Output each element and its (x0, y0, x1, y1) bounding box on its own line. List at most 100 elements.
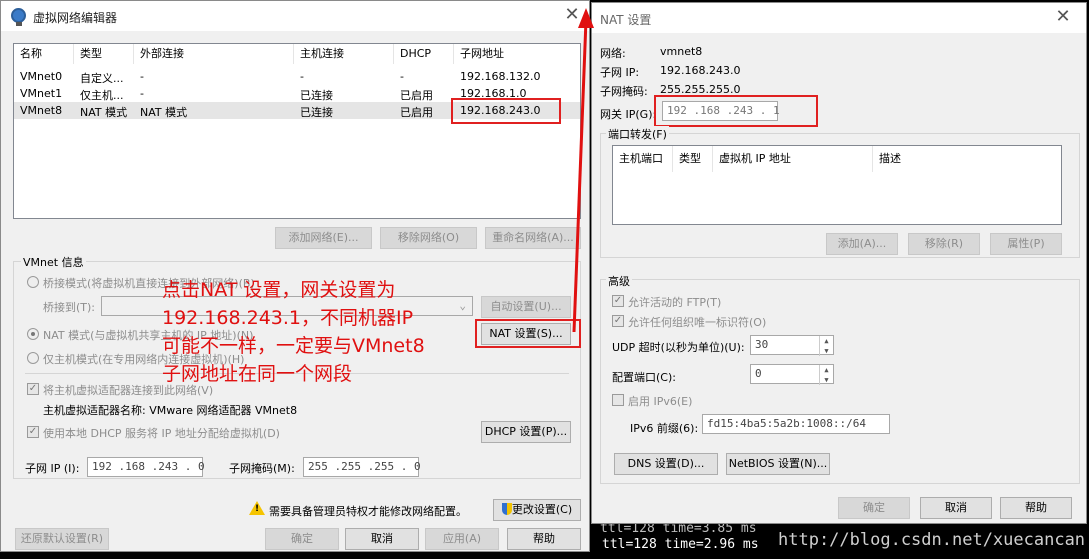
remove-network-button[interactable]: 移除网络(O) (380, 227, 477, 249)
gateway-label: 网关 IP(G): (600, 108, 657, 121)
watermark: http://blog.csdn.net/xuecancan (778, 530, 1086, 550)
window-title: NAT 设置 (600, 13, 652, 27)
spin-arrows-icon[interactable]: ▲ ▼ (819, 365, 833, 385)
network-globe-icon (11, 8, 26, 23)
allow-uuid-checkbox[interactable]: ✓ (612, 315, 624, 327)
annotation-line: 192.168.243.1，不同机器IP (162, 307, 414, 329)
col-header-type[interactable]: 类型 (74, 44, 134, 64)
help-button[interactable]: 帮助 (1000, 497, 1072, 519)
dhcp-settings-button[interactable]: DHCP 设置(P)... (481, 421, 571, 443)
ok-button[interactable]: 确定 (838, 497, 910, 519)
help-button[interactable]: 帮助 (507, 528, 581, 550)
table-cell: - (140, 70, 144, 83)
title-bar[interactable]: NAT 设置 ✕ (592, 3, 1086, 33)
close-icon[interactable]: ✕ (1052, 6, 1074, 28)
port-forwarding-label: 端口转发(F) (606, 126, 669, 142)
subnet-ip-value: 192.168.243.0 (660, 64, 741, 77)
config-port-label: 配置端口(C): (612, 371, 676, 384)
annotation-line: 可能不一样，一定要与VMnet8 (162, 335, 425, 357)
col-header-name[interactable]: 名称 (14, 44, 74, 64)
network-globe-icon-stand (16, 22, 22, 26)
table-row[interactable]: VMnet0 自定义... - - - 192.168.132.0 (14, 68, 580, 85)
remove-port-button[interactable]: 移除(R) (908, 233, 980, 255)
vmnet-info-label: VMnet 信息 (21, 254, 86, 270)
table-cell: 已启用 (400, 89, 433, 102)
network-list[interactable]: 名称 类型 外部连接 主机连接 DHCP 子网地址 VMnet0 自定义... … (13, 43, 581, 219)
col-header-host[interactable]: 主机连接 (294, 44, 394, 64)
port-forwarding-list[interactable]: 主机端口 类型 虚拟机 IP 地址 描述 (612, 145, 1062, 225)
ok-button[interactable]: 确定 (265, 528, 339, 550)
allow-ftp-label: 允许活动的 FTP(T) (628, 296, 722, 309)
subnet-ip-label: 子网 IP (I): (25, 462, 80, 475)
window-title: 虚拟网络编辑器 (33, 11, 118, 25)
annotation-line: 点击NAT 设置，网关设置为 (162, 279, 396, 301)
allow-ftp-checkbox[interactable]: ✓ (612, 295, 624, 307)
arrow-head (578, 8, 594, 28)
highlight-gateway-ip (654, 95, 818, 127)
table-cell: 仅主机... (80, 89, 124, 102)
table-cell: - (140, 87, 144, 100)
change-settings-button[interactable]: 更改设置(C) (493, 499, 581, 521)
connect-adapter-checkbox[interactable]: ✓ (27, 383, 39, 395)
restore-defaults-button[interactable]: 还原默认设置(R) (15, 528, 109, 550)
title-bar[interactable]: 虚拟网络编辑器 ✕ (1, 1, 589, 31)
table-cell: 已连接 (300, 106, 333, 119)
subnet-mask-input[interactable]: 255 .255 .255 . 0 (303, 457, 421, 477)
use-dhcp-checkbox[interactable]: ✓ (27, 426, 39, 438)
col-header-host-port[interactable]: 主机端口 (613, 146, 673, 172)
nat-settings-window: NAT 设置 ✕ 网络: vmnet8 子网 IP: 192.168.243.0… (591, 2, 1087, 524)
table-cell: 192.168.132.0 (460, 70, 541, 83)
col-header-external[interactable]: 外部连接 (134, 44, 294, 64)
ipv6-prefix-input[interactable]: fd15:4ba5:5a2b:1008::/64 (702, 414, 890, 434)
netbios-settings-button[interactable]: NetBIOS 设置(N)... (726, 453, 830, 475)
apply-button[interactable]: 应用(A) (425, 528, 499, 550)
enable-ipv6-label: 启用 IPv6(E) (628, 395, 693, 408)
col-header-type[interactable]: 类型 (673, 146, 713, 172)
table-cell: 已启用 (400, 106, 433, 119)
enable-ipv6-checkbox[interactable] (612, 394, 624, 406)
cancel-button[interactable]: 取消 (345, 528, 419, 550)
config-port-value: 0 (755, 367, 762, 380)
warning-icon-mark: ! (255, 504, 260, 514)
subnet-mask-label: 子网掩码(M): (229, 462, 295, 475)
properties-button[interactable]: 属性(P) (990, 233, 1062, 255)
advanced-label: 高级 (606, 273, 632, 289)
annotation-arrow (572, 8, 594, 333)
table-cell: VMnet1 (20, 87, 63, 100)
table-cell: - (300, 70, 304, 83)
adapter-name-text: 主机虚拟适配器名称: VMware 网络适配器 VMnet8 (43, 404, 298, 417)
add-network-button[interactable]: 添加网络(E)... (275, 227, 372, 249)
table-cell: VMnet8 (20, 104, 63, 117)
table-cell: VMnet0 (20, 70, 63, 83)
nat-mode-radio[interactable] (27, 328, 39, 340)
highlight-subnet-address (451, 98, 561, 124)
use-dhcp-label: 使用本地 DHCP 服务将 IP 地址分配给虚拟机(D) (43, 427, 280, 440)
table-cell: 已连接 (300, 89, 333, 102)
add-port-button[interactable]: 添加(A)... (826, 233, 898, 255)
table-cell: NAT 模式 (80, 106, 128, 119)
change-settings-label: 更改设置(C) (511, 503, 573, 516)
auto-settings-button[interactable]: 自动设置(U)... (481, 296, 571, 318)
cancel-button[interactable]: 取消 (920, 497, 992, 519)
admin-notice: 需要具备管理员特权才能修改网络配置。 (269, 505, 467, 518)
table-cell: 自定义... (80, 72, 124, 85)
bridged-mode-radio[interactable] (27, 276, 39, 288)
spin-arrows-icon[interactable]: ▲ ▼ (819, 336, 833, 356)
config-port-stepper[interactable]: 0 ▲ ▼ (750, 364, 834, 385)
host-only-radio[interactable] (27, 352, 39, 364)
dns-settings-button[interactable]: DNS 设置(D)... (614, 453, 718, 475)
table-cell: NAT 模式 (140, 106, 188, 119)
udp-timeout-stepper[interactable]: 30 ▲ ▼ (750, 335, 834, 356)
allow-uuid-label: 允许任何组织唯一标识符(O) (628, 316, 767, 329)
arrow-line (572, 19, 588, 333)
col-header-description[interactable]: 描述 (873, 146, 1061, 172)
udp-timeout-label: UDP 超时(以秒为单位)(U): (612, 341, 745, 354)
shield-icon (501, 503, 512, 515)
col-header-vm-ip[interactable]: 虚拟机 IP 地址 (713, 146, 873, 172)
udp-timeout-value: 30 (755, 338, 769, 351)
subnet-ip-input[interactable]: 192 .168 .243 . 0 (87, 457, 205, 477)
col-header-dhcp[interactable]: DHCP (394, 44, 454, 64)
annotation-line: 子网地址在同一个网段 (162, 363, 353, 385)
ipv6-prefix-label: IPv6 前缀(6): (630, 422, 699, 435)
network-label: 网络: (600, 47, 626, 60)
